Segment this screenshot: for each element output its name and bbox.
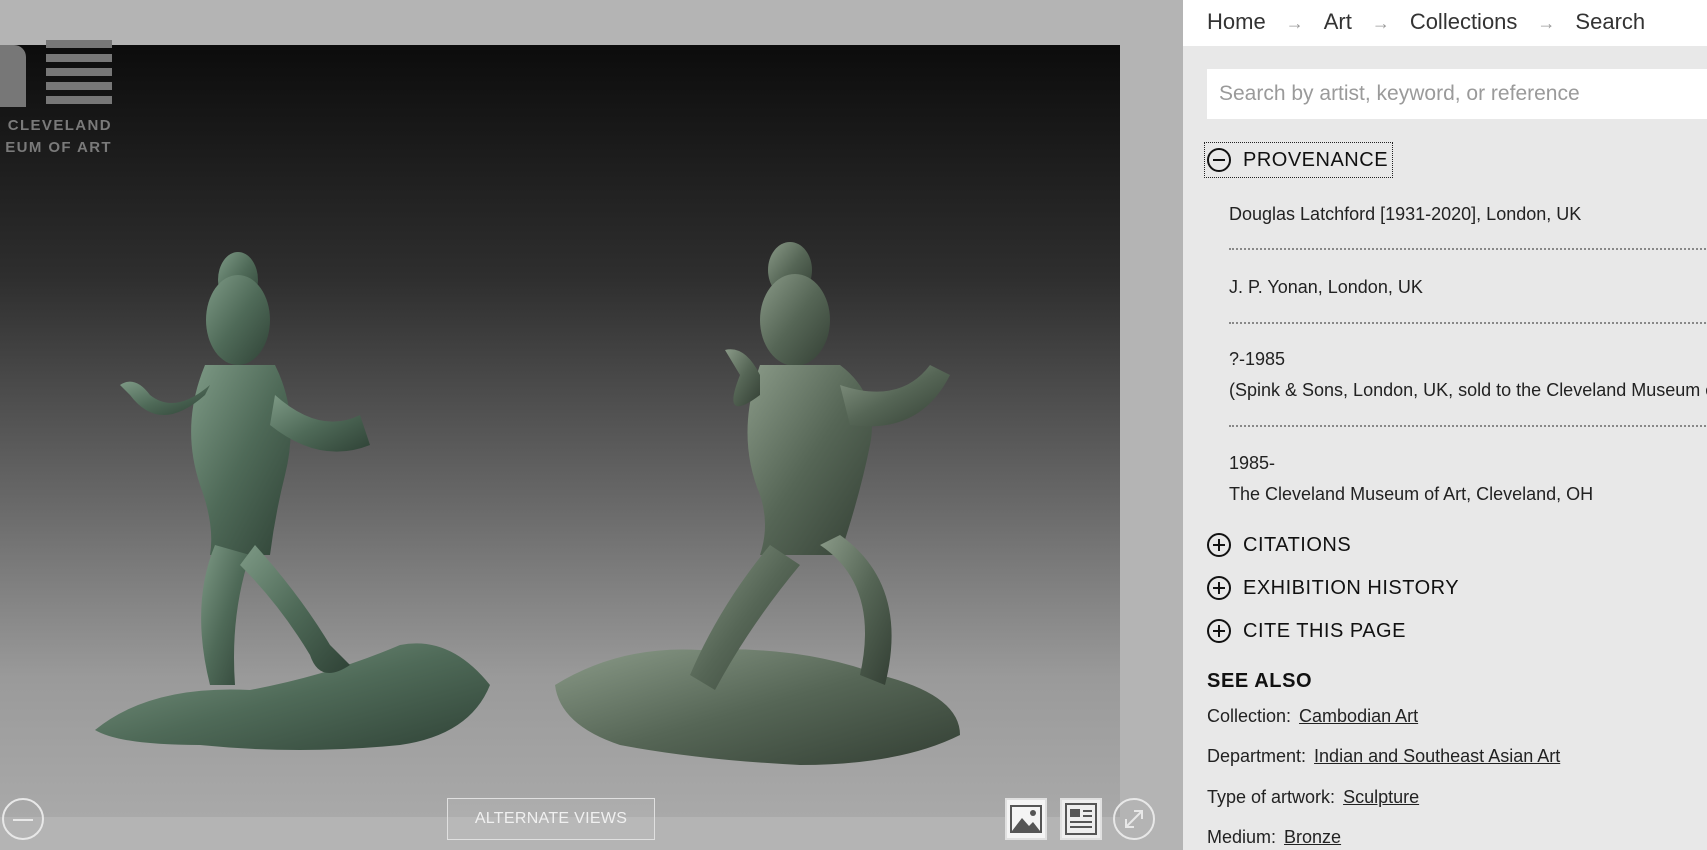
- collapse-icon: [1207, 148, 1231, 172]
- see-also-medium: Medium: Bronze: [1207, 827, 1341, 848]
- citations-toggle[interactable]: CITATIONS: [1207, 530, 1351, 560]
- image-view-button[interactable]: [1005, 798, 1047, 840]
- citations-title: CITATIONS: [1243, 533, 1352, 556]
- type-link[interactable]: Sculpture: [1343, 787, 1419, 807]
- logo-bars: [46, 40, 112, 110]
- provenance-entry: ?-1985 (Spink & Sons, London, UK, sold t…: [1229, 344, 1707, 406]
- left-bronze-figure: [95, 252, 490, 750]
- document-icon: [1065, 803, 1097, 835]
- provenance-date: ?-1985: [1229, 349, 1286, 369]
- provenance-date: 1985-: [1229, 453, 1276, 473]
- expand-plus-icon: [1207, 619, 1231, 643]
- logo-text-line2: EUM OF ART: [5, 139, 112, 156]
- cite-this-page-title: CITE THIS PAGE: [1243, 619, 1406, 642]
- see-also-heading: SEE ALSO: [1207, 670, 1313, 692]
- logo-text-line1: CLEVELAND: [7, 117, 112, 134]
- meta-label: Medium:: [1207, 827, 1277, 847]
- provenance-entry: Douglas Latchford [1931-2020], London, U…: [1229, 199, 1707, 230]
- expand-plus-icon: [1207, 576, 1231, 600]
- exhibition-history-title: EXHIBITION HISTORY: [1243, 576, 1460, 599]
- collection-link[interactable]: Cambodian Art: [1299, 706, 1418, 726]
- right-bronze-figure: [555, 242, 960, 765]
- provenance-title: PROVENANCE: [1243, 148, 1389, 171]
- meta-label: Collection:: [1207, 706, 1292, 726]
- breadcrumb-collections[interactable]: Collections: [1410, 9, 1518, 34]
- expand-icon: [1125, 810, 1143, 828]
- provenance-owner: (Spink & Sons, London, UK, sold to the C…: [1229, 380, 1707, 400]
- breadcrumb-home[interactable]: Home: [1207, 9, 1266, 34]
- breadcrumb-search[interactable]: Search: [1575, 9, 1645, 34]
- see-also-collection: Collection: Cambodian Art: [1207, 706, 1418, 727]
- museum-logo[interactable]: CLEVELAND EUM OF ART: [0, 40, 115, 156]
- expand-plus-icon: [1207, 533, 1231, 557]
- divider: [1229, 425, 1707, 427]
- medium-link[interactable]: Bronze: [1284, 827, 1341, 847]
- breadcrumb-arrow: →: [1371, 13, 1390, 33]
- meta-label: Type of artwork:: [1207, 787, 1336, 807]
- logo-mark: [0, 45, 26, 107]
- exhibition-history-toggle[interactable]: EXHIBITION HISTORY: [1207, 573, 1459, 603]
- artwork-info-panel: Home → Art → Collections → Search PROVENANCE D…: [1183, 0, 1707, 850]
- breadcrumb-arrow: →: [1537, 13, 1556, 33]
- divider: [1229, 322, 1707, 324]
- provenance-entry: J. P. Yonan, London, UK: [1229, 272, 1707, 303]
- zoom-out-button[interactable]: [2, 798, 44, 840]
- image-icon: [1010, 805, 1042, 833]
- provenance-owner: Douglas Latchford [1931-2020], London, U…: [1229, 204, 1582, 224]
- provenance-entry: 1985- The Cleveland Museum of Art, Cleve…: [1229, 448, 1707, 510]
- text-view-button[interactable]: [1060, 798, 1102, 840]
- see-also-type: Type of artwork: Sculpture: [1207, 787, 1419, 808]
- search-input[interactable]: [1207, 69, 1707, 119]
- provenance-owner: J. P. Yonan, London, UK: [1229, 277, 1423, 297]
- artwork-image[interactable]: [0, 45, 1120, 817]
- cite-this-page-toggle[interactable]: CITE THIS PAGE: [1207, 616, 1406, 646]
- breadcrumb: Home → Art → Collections → Search: [1183, 0, 1707, 46]
- fullscreen-button[interactable]: [1113, 798, 1155, 840]
- alternate-views-button[interactable]: ALTERNATE VIEWS: [447, 798, 655, 840]
- breadcrumb-arrow: →: [1285, 13, 1304, 33]
- provenance-owner: The Cleveland Museum of Art, Cleveland, …: [1229, 484, 1594, 504]
- breadcrumb-art[interactable]: Art: [1324, 9, 1352, 34]
- image-viewer: CLEVELAND EUM OF ART ALTERNATE VIEWS: [0, 0, 1183, 850]
- bronze-figures-image: [95, 242, 960, 765]
- divider: [1229, 248, 1707, 250]
- provenance-toggle[interactable]: PROVENANCE: [1203, 142, 1394, 178]
- department-link[interactable]: Indian and Southeast Asian Art: [1314, 746, 1560, 766]
- meta-label: Department:: [1207, 746, 1307, 766]
- see-also-department: Department: Indian and Southeast Asian Ar…: [1207, 746, 1560, 767]
